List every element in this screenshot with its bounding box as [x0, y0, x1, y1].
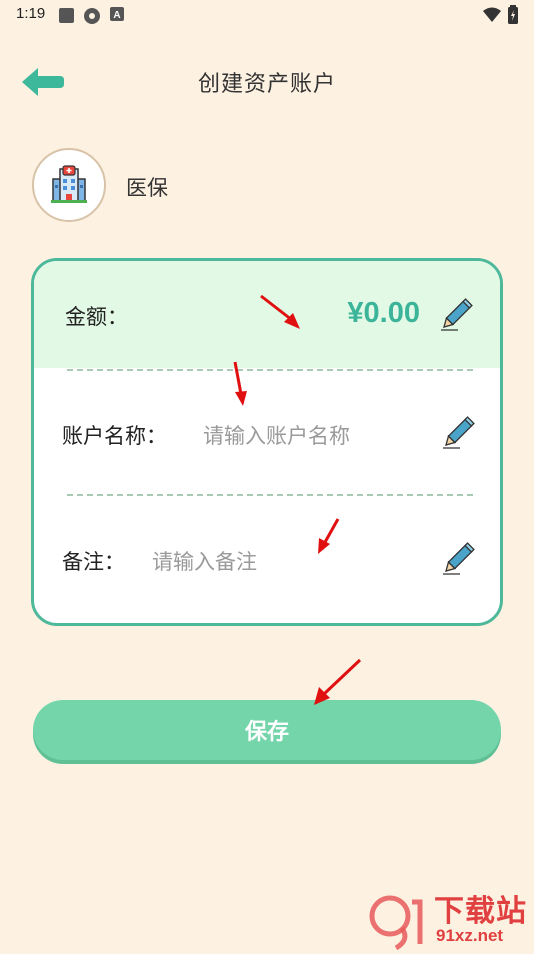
note-label: 备注：: [62, 550, 125, 574]
account-name-edit-pencil-icon[interactable]: [440, 415, 476, 451]
annotation-arrow-icon: [233, 361, 247, 406]
watermark-title: 下载站: [434, 894, 527, 929]
hospital-icon: [51, 165, 87, 203]
note-edit-pencil-icon[interactable]: [440, 541, 476, 577]
page-title: 创建资产账户: [197, 72, 336, 97]
a-app-icon: A: [110, 7, 124, 21]
wifi-icon: [483, 7, 501, 22]
account-type-avatar[interactable]: [32, 148, 106, 222]
amount-edit-pencil-icon[interactable]: [438, 297, 474, 333]
watermark-logo: 下载站 91xz.net: [366, 886, 534, 951]
battery-icon: [508, 5, 518, 24]
settings-app-icon: [84, 8, 100, 24]
divider: [67, 494, 473, 496]
svg-text:A: A: [113, 10, 120, 21]
amount-value[interactable]: ¥0.00: [347, 297, 420, 330]
amount-label: 金额：: [65, 305, 128, 329]
annotation-arrow-icon: [314, 658, 362, 705]
status-time: 1:19: [16, 5, 46, 22]
account-name-label: 账户名称：: [62, 424, 167, 448]
account-type-label: 医保: [126, 176, 168, 200]
save-button[interactable]: 保存: [33, 700, 501, 760]
divider: [67, 369, 473, 371]
watermark-url: 91xz.net: [436, 926, 504, 945]
annotation-arrow-icon: [318, 518, 340, 554]
note-input[interactable]: 请输入备注: [152, 546, 257, 576]
notification-square-icon: [59, 8, 74, 23]
account-name-input[interactable]: 请输入账户名称: [203, 420, 350, 450]
status-bar: 1:19 A: [0, 0, 534, 30]
annotation-arrow-icon: [260, 294, 300, 329]
